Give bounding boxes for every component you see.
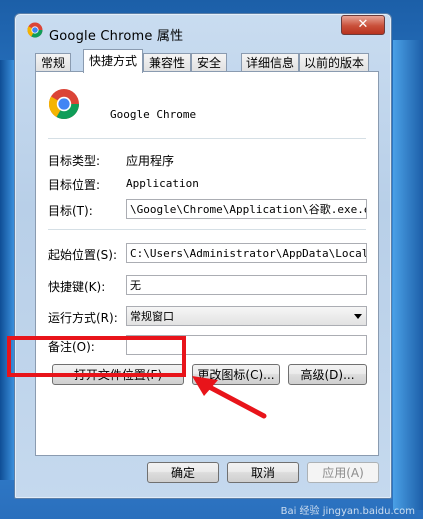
desktop-right-edge (393, 40, 423, 510)
tab-security[interactable]: 安全 (191, 53, 227, 72)
desktop-left-edge (0, 60, 14, 480)
tab-general[interactable]: 常规 (35, 53, 71, 72)
window-title: Google Chrome 属性 (49, 29, 184, 44)
dropdown-arrow-icon (354, 314, 362, 319)
chrome-icon (27, 22, 43, 38)
divider (48, 138, 366, 139)
ok-button[interactable]: 确定 (147, 462, 219, 483)
target-input[interactable]: \Google\Chrome\Application\谷歌.exe.exe (126, 199, 367, 219)
tab-details[interactable]: 详细信息 (241, 53, 299, 72)
annotation-highlight-box (7, 336, 186, 377)
hotkey-label: 快捷键(K): (48, 280, 106, 294)
tab-compatibility[interactable]: 兼容性 (143, 53, 191, 72)
run-mode-select[interactable]: 常规窗口 (126, 306, 367, 326)
title-bar[interactable]: Google Chrome 属性 ✕ (15, 14, 391, 44)
apply-button[interactable]: 应用(A) (307, 462, 379, 483)
run-mode-value: 常规窗口 (130, 310, 174, 323)
chrome-icon (48, 89, 79, 120)
close-button[interactable]: ✕ (341, 15, 385, 35)
shortcut-name: Google Chrome (110, 108, 197, 121)
run-label: 运行方式(R): (48, 311, 118, 325)
cancel-button[interactable]: 取消 (227, 462, 299, 483)
advanced-button[interactable]: 高级(D)... (288, 364, 367, 385)
tab-previous-versions[interactable]: 以前的版本 (299, 53, 369, 72)
target-location-label: 目标位置: (48, 178, 101, 192)
hotkey-input[interactable]: 无 (126, 275, 367, 295)
target-type-label: 目标类型: (48, 154, 101, 168)
properties-window: Google Chrome 属性 ✕ 常规 快捷方式 兼容性 安全 详细信息 以… (14, 13, 392, 499)
tab-shortcut[interactable]: 快捷方式 (83, 49, 143, 73)
start-in-label: 起始位置(S): (48, 248, 118, 262)
start-in-input[interactable]: C:\Users\Administrator\AppData\Local\Go (126, 243, 367, 263)
target-type-value: 应用程序 (126, 154, 175, 168)
close-icon: ✕ (357, 17, 369, 32)
watermark: Bai 经验 jingyan.baidu.com (280, 506, 415, 517)
target-label: 目标(T): (48, 204, 93, 218)
red-arrow-annotation (192, 376, 267, 419)
divider (48, 229, 366, 230)
target-location-value: Application (126, 177, 199, 190)
